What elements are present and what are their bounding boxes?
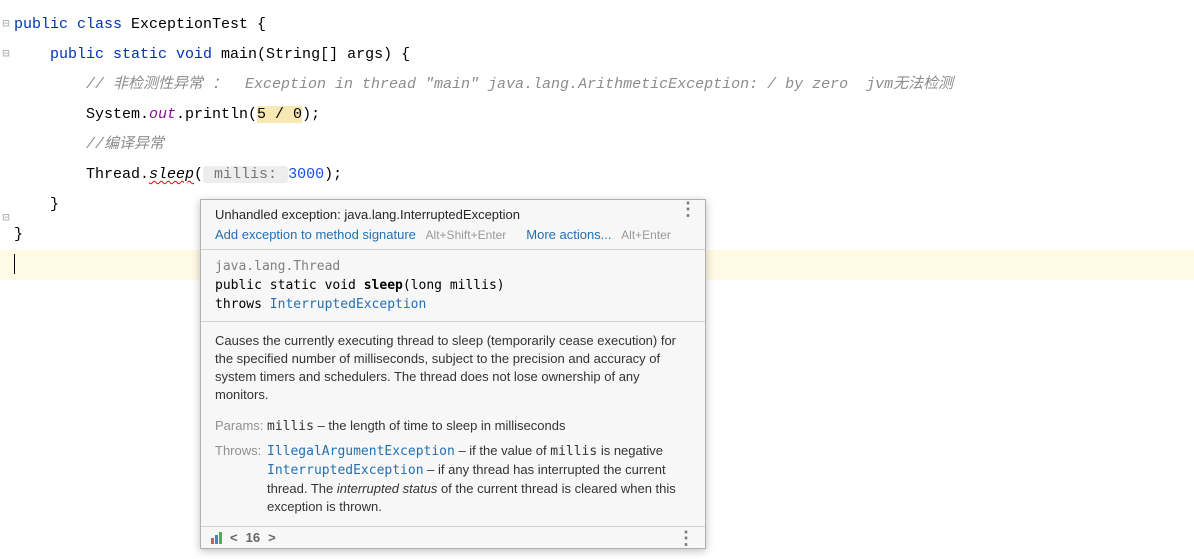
- params-section: Params:millis – the length of time to sl…: [201, 414, 705, 436]
- fold-marker[interactable]: ⊟: [0, 203, 12, 233]
- code-line: Thread.sleep( millis: 3000);: [14, 160, 1194, 190]
- popup-footer: < 16 > ⋮: [201, 526, 705, 548]
- exception-link[interactable]: InterruptedException: [270, 297, 427, 312]
- exception-link[interactable]: IllegalArgumentException: [267, 444, 455, 459]
- code-line: //编译异常: [14, 130, 1194, 160]
- code-line: public class ExceptionTest {: [14, 10, 1194, 40]
- code-line: // 非检测性异常 ： Exception in thread "main" j…: [14, 70, 1194, 100]
- documentation-popup: Unhandled exception: java.lang.Interrupt…: [200, 199, 706, 549]
- exception-link[interactable]: InterruptedException: [267, 463, 424, 478]
- shortcut-hint: Alt+Enter: [621, 228, 671, 242]
- throws-section: Throws: IllegalArgumentException – if th…: [201, 436, 705, 526]
- method-signature: public static void sleep(long millis): [215, 276, 691, 295]
- chart-icon[interactable]: [211, 532, 222, 544]
- shortcut-hint: Alt+Shift+Enter: [426, 228, 507, 242]
- package-path: java.lang.Thread: [215, 257, 691, 276]
- add-exception-action[interactable]: Add exception to method signature: [215, 227, 416, 242]
- code-line: System.out.println(5 / 0);: [14, 100, 1194, 130]
- code-line: public static void main(String[] args) {: [14, 40, 1194, 70]
- overload-count: 16: [246, 530, 260, 545]
- nav-next[interactable]: >: [266, 530, 278, 545]
- popup-menu-icon[interactable]: ⋮: [679, 203, 697, 215]
- fold-marker[interactable]: ⊟: [0, 9, 12, 39]
- more-actions-link[interactable]: More actions...: [526, 227, 611, 242]
- doc-description: Causes the currently executing thread to…: [201, 322, 705, 414]
- signature-block: java.lang.Thread public static void slee…: [201, 250, 705, 322]
- nav-prev[interactable]: <: [228, 530, 240, 545]
- popup-error-title: Unhandled exception: java.lang.Interrupt…: [215, 207, 691, 222]
- footer-menu-icon[interactable]: ⋮: [677, 532, 695, 544]
- throws-clause: throws InterruptedException: [215, 295, 691, 314]
- fold-marker[interactable]: ⊟: [0, 39, 12, 69]
